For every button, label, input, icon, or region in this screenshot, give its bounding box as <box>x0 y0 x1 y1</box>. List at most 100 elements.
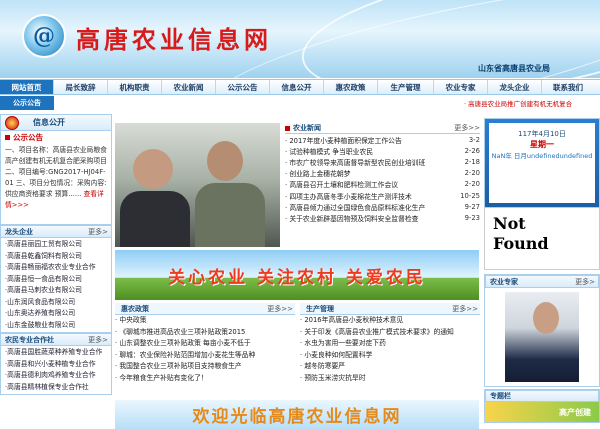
nav-experts[interactable]: 农业专家 <box>434 80 488 94</box>
news-row[interactable]: · 创业路上金穗花朝梦 2-20 <box>285 168 480 179</box>
expert-panel: 农业专家 更多> <box>484 274 600 387</box>
news-headline[interactable]: · 关于农业新辟基因物预及饲料安全监督检查 <box>285 213 456 223</box>
nav-info-disclosure[interactable]: 信息公开 <box>270 80 324 94</box>
list-item[interactable]: ·高唐县精林植保专业合作社 <box>5 382 107 394</box>
list-item[interactable]: · 《聊城市推进高品农业三项补贴政策2015 <box>115 327 295 339</box>
list-item[interactable]: · 聊城：农业保险补贴范围增加小麦花生等品种 <box>115 350 295 362</box>
announcement-title: 公示公告 <box>13 132 43 142</box>
list-item[interactable]: ·高唐县恒一食品有限公司 <box>5 274 107 286</box>
info-disclosure-title: 信息公开 <box>33 118 65 127</box>
list-item[interactable]: · 山东调整农业三项补贴政策 每亩小麦不低于 <box>115 338 295 350</box>
expert-photo[interactable] <box>505 292 579 382</box>
welcome-banner: 欢迎光临高唐农业信息网 <box>115 400 479 429</box>
nav-org-duties[interactable]: 机构职责 <box>108 80 162 94</box>
info-disclosure-header[interactable]: 信息公开 <box>0 114 112 131</box>
list-item[interactable]: · 越冬防寒要严 <box>300 361 480 373</box>
list-item[interactable]: ·高唐县乾鑫饲料有限公司 <box>5 251 107 263</box>
calendar-date: 117年4月10日 <box>518 130 566 138</box>
photo-person <box>207 141 243 181</box>
expert-header: 农业专家 更多> <box>485 275 599 288</box>
news-headline[interactable]: · 试验种植模式 争当职业农民 <box>285 146 456 156</box>
calendar-widget: 117年4月10日 星期一 NaN年 日月undefinedundefined <box>484 118 600 208</box>
news-headline[interactable]: · 市农广校领导来高唐督导新型农民创业培训班 <box>285 157 456 167</box>
news-headline[interactable]: · 高唐县召开土壤和肥料检测工作会议 <box>285 179 456 189</box>
not-found-text: Not <box>493 214 526 233</box>
special-topics-title: 专题栏 <box>490 392 511 400</box>
list-item[interactable]: ·山东金鼓粮业有限公司 <box>5 320 107 332</box>
production-more-link[interactable]: 更多>> <box>452 304 478 314</box>
subnav-announcements[interactable]: 公示公告 <box>0 96 54 110</box>
news-headline[interactable]: · 创业路上金穗花朝梦 <box>285 168 456 178</box>
news-row[interactable]: · 四项主办高唐冬季小麦棉花生产测评技术 10-25 <box>285 190 480 201</box>
coop-title: 农民专业合作社 <box>5 335 54 344</box>
leading-firms-header: 龙头企业 更多> <box>0 225 112 238</box>
photo-person <box>133 149 173 189</box>
news-headline[interactable]: · 高唐县倾力通过全国绿色食品原料标准化生产 <box>285 202 456 212</box>
nav-production[interactable]: 生产管理 <box>378 80 434 94</box>
policy-more-link[interactable]: 更多>> <box>267 304 293 314</box>
list-item[interactable]: ·山东润风食品有限公司 <box>5 297 107 309</box>
not-found-frame: Not Found <box>484 208 600 270</box>
list-item[interactable]: ·高唐县马刺农业有限公司 <box>5 285 107 297</box>
policy-panel: 惠农政策 更多>> · 中央政策 · 《聊城市推进高品农业三项补贴政策2015 … <box>115 303 295 385</box>
list-item[interactable]: · 今年粮食生产补贴有变化了！ <box>115 373 295 385</box>
agri-news-header: 农业新闻 更多>> <box>285 123 480 134</box>
list-item[interactable]: ·高唐县和兴小麦种植专业合作 <box>5 359 107 371</box>
nav-contact[interactable]: 联系我们 <box>542 80 594 94</box>
bullet-square-icon <box>5 134 10 140</box>
slogan-banner: 关心农业 关注农村 关爱农民 <box>115 250 479 300</box>
list-item[interactable]: · 中央政策 <box>115 315 295 327</box>
expert-face <box>533 302 559 334</box>
coop-header: 农民专业合作社 更多> <box>0 333 112 346</box>
agri-news-more-link[interactable]: 更多>> <box>454 123 480 133</box>
list-item[interactable]: · 2016年高唐县小麦秋种技术意见 <box>300 315 480 327</box>
news-row[interactable]: · 市农广校领导来高唐督导新型农民创业培训班 2-18 <box>285 156 480 167</box>
list-item[interactable]: · 预防玉米涝灾抗旱时 <box>300 373 480 385</box>
nav-leading-firms[interactable]: 龙头企业 <box>488 80 542 94</box>
leading-firms-list: ·高唐县丽园工贸有限公司 ·高唐县乾鑫饲料有限公司 ·高唐县畅丽福农农业专业合作… <box>0 238 112 333</box>
left-sidebar: 信息公开 公示公告 一、项目名称：高唐县农业局粮食高产创建有机无机复合肥采购项目… <box>0 114 112 395</box>
photo-person <box>120 191 190 247</box>
news-date: 3-2 <box>468 135 480 144</box>
nav-announcements[interactable]: 公示公告 <box>216 80 270 94</box>
news-row[interactable]: · 2017年度小麦种植面积保定工作公告 3-2 <box>285 134 480 145</box>
site-logo[interactable]: @ <box>22 14 66 58</box>
list-item[interactable]: · 关于印发《高唐县农业推广模式技术要求》的通知 <box>300 327 480 339</box>
list-item[interactable]: ·高唐县丽园工贸有限公司 <box>5 239 107 251</box>
list-item[interactable]: ·山东奥达养殖有限公司 <box>5 308 107 320</box>
list-item[interactable]: ·高唐县国胜蔬菜种养殖专业合作 <box>5 347 107 359</box>
news-ticker[interactable]: · 高唐县农业局推广创建有机无机复合 <box>464 98 594 108</box>
list-item[interactable]: ·高唐县德利肉鸡养殖专业合作 <box>5 370 107 382</box>
nav-home[interactable]: 网站首页 <box>0 80 54 94</box>
bullet-square-icon <box>285 125 290 131</box>
news-headline[interactable]: · 2017年度小麦种植面积保定工作公告 <box>285 135 456 145</box>
news-date: 9-23 <box>464 213 480 222</box>
list-item[interactable]: ·高唐县畅丽福农农业专业合作 <box>5 262 107 274</box>
news-headline[interactable]: · 四项主办高唐冬季小麦棉花生产测评技术 <box>285 191 456 201</box>
high-yield-banner[interactable]: 高产创建 <box>485 402 599 422</box>
news-row[interactable]: · 高唐县召开土壤和肥料检测工作会议 2-20 <box>285 179 480 190</box>
announcement-body: 一、项目名称：高唐县农业局粮食高产创建有机无机复合肥采购项目 二、项目编号:GN… <box>0 143 112 225</box>
calendar-lunar: NaN年 日月undefinedundefined <box>491 152 593 160</box>
special-topics-header: 专题栏 <box>485 390 599 402</box>
news-row[interactable]: · 试验种植模式 争当职业农民 2-26 <box>285 145 480 156</box>
nav-director-speech[interactable]: 局长致辞 <box>54 80 108 94</box>
nav-policy[interactable]: 惠农政策 <box>324 80 378 94</box>
org-name: 山东省高唐县农业局 <box>478 64 550 73</box>
right-sidebar: 117年4月10日 星期一 NaN年 日月undefinedundefined … <box>484 118 600 423</box>
news-row[interactable]: · 关于农业新辟基因物预及饲料安全监督检查 9-23 <box>285 212 480 223</box>
nav-agri-news[interactable]: 农业新闻 <box>162 80 216 94</box>
expert-more-link[interactable]: 更多> <box>575 277 595 287</box>
site-title[interactable]: 高唐农业信息网 <box>76 20 272 55</box>
leading-firms-more-link[interactable]: 更多> <box>88 227 108 237</box>
list-item[interactable]: · 我国整合农业三项补贴项目支持粮食生产 <box>115 361 295 373</box>
list-item[interactable]: · 水虫为害用一些要对症下药 <box>300 338 480 350</box>
coop-list: ·高唐县国胜蔬菜种养殖专业合作 ·高唐县和兴小麦种植专业合作 ·高唐县德利肉鸡养… <box>0 346 112 395</box>
list-item[interactable]: · 小麦良种如何配置科学 <box>300 350 480 362</box>
news-row[interactable]: · 高唐县倾力通过全国绿色食品原料标准化生产 9-27 <box>285 201 480 212</box>
news-date: 2-20 <box>464 169 480 178</box>
news-photo[interactable] <box>115 123 280 247</box>
coop-more-link[interactable]: 更多> <box>88 335 108 345</box>
main-nav: 网站首页 局长致辞 机构职责 农业新闻 公示公告 信息公开 惠农政策 生产管理 … <box>0 79 600 95</box>
agri-news-title: 农业新闻 <box>293 124 321 132</box>
